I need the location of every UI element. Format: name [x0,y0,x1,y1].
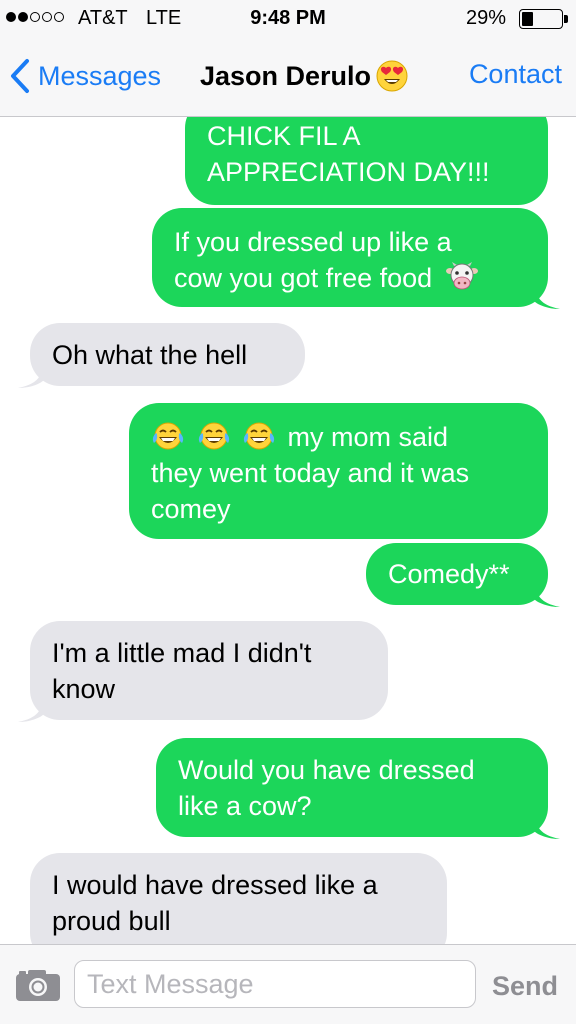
battery-tip [564,15,568,23]
bubble-tail [534,813,560,839]
status-bar: AT&T LTE 9:48 PM 29% [0,0,576,38]
conversation-title[interactable]: Jason Derulo [200,59,409,93]
sent-message[interactable]: my mom said they went today and it was c… [129,403,548,539]
send-button[interactable]: Send [492,971,558,1002]
battery-fill [522,12,533,26]
battery-percent: 29% [466,7,507,29]
message-line: proud bull [52,906,171,936]
back-button[interactable]: Messages [10,52,161,100]
message-line: Would you have dressed [178,755,475,785]
message-line: CHICK FIL A [207,121,361,151]
battery-icon [519,9,563,29]
message-line: know [52,674,116,704]
message-line: cow you got free food [174,260,526,296]
message-line: Oh what the hell [52,340,248,370]
message-line: I would have dressed like a [52,870,378,900]
sent-message[interactable]: Comedy** [366,543,560,607]
message-input[interactable] [74,960,476,1008]
message-thread[interactable]: CHICK FIL A APPRECIATION DAY!!! If you d… [0,0,576,1024]
message-line: my mom said [151,419,526,455]
message-line: Comedy** [388,559,510,589]
bubble-tail [18,362,44,388]
heart-eyes-emoji-icon [376,60,408,92]
message-line-text: cow you got free food [174,263,433,293]
received-message[interactable]: Oh what the hell [18,323,305,388]
message-line: like a cow? [178,791,312,821]
input-bar: Send [0,944,576,1024]
message-line: they went today and it was [151,458,470,488]
received-message[interactable]: I'm a little mad I didn't know [18,621,388,722]
contact-name: Jason Derulo [200,60,372,91]
sent-message[interactable]: If you dressed up like a cow you got fre… [152,208,560,309]
imessage-screen: CHICK FIL A APPRECIATION DAY!!! If you d… [0,0,576,1024]
bubble-tail [534,283,560,309]
contact-button[interactable]: Contact [469,59,562,90]
bubble-tail [18,696,44,722]
message-line-text: my mom said [287,422,449,452]
chevron-left-icon [11,59,29,93]
message-line: I'm a little mad I didn't [52,638,312,668]
tears-of-joy-icon [152,422,184,450]
back-label: Messages [38,60,162,91]
sent-message[interactable]: Would you have dressed like a cow? [156,738,560,839]
tears-of-joy-icon [198,422,229,450]
camera-icon[interactable] [14,967,62,1003]
cow-face-icon [445,262,478,290]
message-line: If you dressed up like a [174,227,452,257]
message-line: APPRECIATION DAY!!! [207,157,490,187]
nav-bar: Messages Jason Derulo Contact [0,38,576,117]
message-line: comey [151,494,231,524]
tears-of-joy-icon [243,422,275,450]
bubble-tail [534,581,560,607]
